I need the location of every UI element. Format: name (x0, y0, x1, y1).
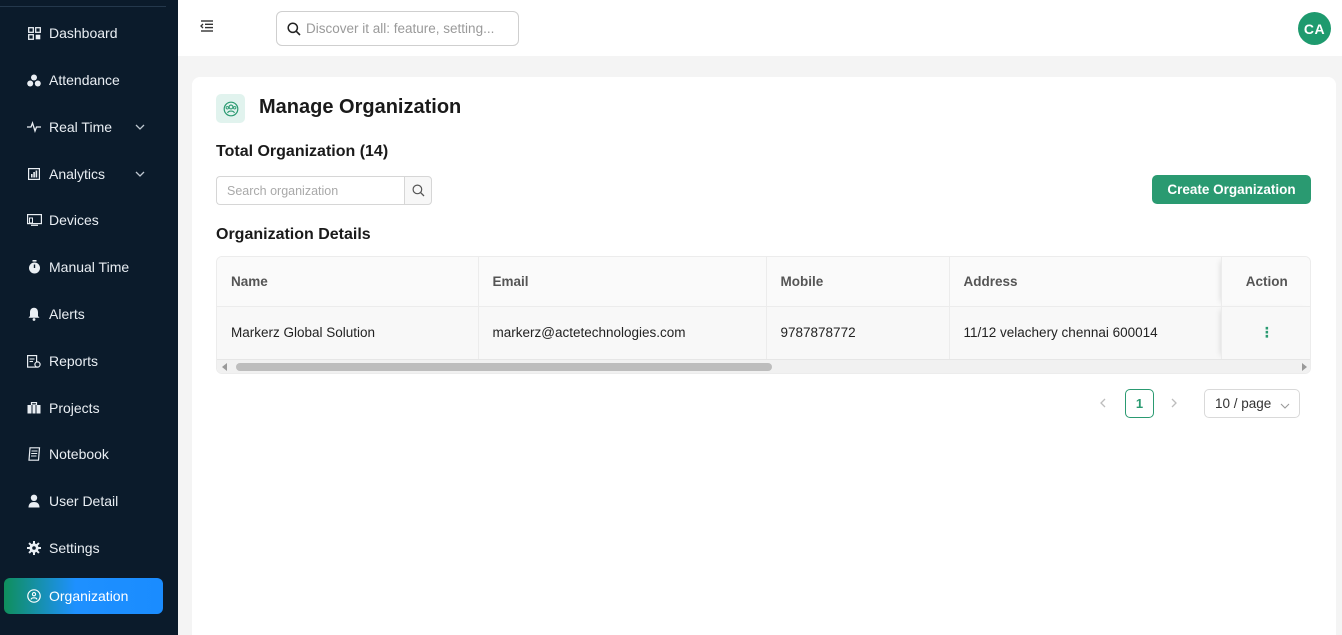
sidebar-item-label: Manual Time (49, 259, 130, 275)
chevron-down-icon (133, 171, 147, 177)
cell-name: Markerz Global Solution (217, 306, 478, 359)
sidebar-item-label: Alerts (49, 306, 85, 322)
page-title: Manage Organization (259, 96, 462, 118)
cell-mobile: 9787878772 (765, 306, 949, 359)
user-avatar[interactable]: CA (1298, 12, 1331, 45)
sidebar-item-devices[interactable]: Devices (4, 202, 163, 238)
column-header-name: Name (217, 257, 478, 307)
chevron-left-icon[interactable] (1096, 396, 1110, 410)
bell-icon (24, 306, 44, 322)
chevron-right-icon[interactable] (1167, 396, 1181, 410)
scroll-right-icon[interactable] (1302, 363, 1307, 371)
search-button[interactable] (404, 176, 432, 205)
page-number-current[interactable]: 1 (1125, 389, 1154, 418)
sidebar-item-projects[interactable]: Projects (4, 390, 163, 426)
user-icon (24, 493, 44, 509)
scrollbar-thumb[interactable] (236, 363, 772, 371)
sidebar-item-label: Projects (49, 400, 100, 416)
sidebar-item-user-detail[interactable]: User Detail (4, 483, 163, 519)
sidebar-item-label: Organization (49, 588, 129, 604)
sidebar-item-dashboard[interactable]: Dashboard (4, 15, 163, 51)
devices-icon (24, 212, 44, 228)
sidebar-item-label: Devices (49, 212, 99, 228)
briefcase-icon (24, 400, 44, 416)
sidebar-item-label: Settings (49, 540, 100, 556)
organization-icon (216, 94, 245, 123)
sidebar-item-settings[interactable]: Settings (4, 530, 163, 566)
sidebar-item-attendance[interactable]: Attendance (4, 62, 163, 98)
sidebar-item-notebook[interactable]: Notebook (4, 436, 163, 472)
search-icon (411, 184, 424, 197)
scroll-left-icon[interactable] (222, 363, 227, 371)
sidebar-item-label: Notebook (49, 446, 109, 462)
sidebar-item-alerts[interactable]: Alerts (4, 296, 163, 332)
analytics-icon (24, 166, 44, 182)
main-card: Manage Organization Total Organization (… (192, 77, 1336, 635)
dashboard-icon (24, 25, 44, 41)
page-size-select[interactable]: 10 / page (1204, 389, 1300, 418)
sidebar-item-label: User Detail (49, 493, 119, 509)
sidebar-item-label: Real Time (49, 119, 113, 135)
top-header: CA (178, 0, 1342, 56)
attendance-icon (24, 72, 44, 88)
global-search-input[interactable] (306, 21, 511, 36)
sidebar-item-organization[interactable]: Organization (4, 578, 163, 614)
pulse-icon (24, 119, 44, 135)
column-header-action: Action (1220, 257, 1310, 307)
search-icon (287, 21, 301, 36)
sidebar-item-label: Reports (49, 353, 99, 369)
table-header-row: Name Email Mobile Address Action (217, 257, 1310, 307)
stopwatch-icon (24, 259, 44, 275)
table-row: Markerz Global Solution markerz@actetech… (217, 306, 1310, 359)
sidebar-item-label: Analytics (49, 166, 106, 182)
sidebar-item-label: Dashboard (49, 25, 118, 41)
cell-address: 11/12 velachery chennai 600014 (948, 306, 1221, 359)
column-header-email: Email (477, 257, 766, 307)
organization-icon (24, 588, 44, 604)
cell-action: ⋮ (1220, 306, 1310, 359)
column-header-address: Address (948, 257, 1221, 307)
sidebar-item-reports[interactable]: Reports (4, 343, 163, 379)
horizontal-scrollbar[interactable] (217, 359, 1310, 373)
cell-email: markerz@actetechnologies.com (477, 306, 766, 359)
global-search[interactable] (276, 11, 519, 46)
sidebar-item-label: Attendance (49, 72, 120, 88)
sidebar-item-analytics[interactable]: Analytics (4, 156, 163, 192)
sidebar-item-real-time[interactable]: Real Time (4, 109, 163, 145)
column-header-mobile: Mobile (765, 257, 949, 307)
pagination: 1 10 / page (192, 389, 1336, 419)
chevron-down-icon (133, 124, 147, 130)
organization-search (216, 176, 432, 205)
notebook-icon (24, 446, 44, 462)
create-organization-button[interactable]: Create Organization (1152, 175, 1311, 204)
sidebar: Dashboard Attendance Real Time Analytics… (0, 0, 178, 635)
organization-table: Name Email Mobile Address Action Markerz… (216, 256, 1311, 374)
section-title: Organization Details (216, 226, 371, 243)
sidebar-item-manual-time[interactable]: Manual Time (4, 249, 163, 285)
sidebar-divider (0, 6, 166, 7)
organization-search-input[interactable] (216, 176, 404, 205)
total-organization-count: Total Organization (14) (216, 143, 389, 160)
reports-icon (24, 353, 44, 369)
menu-collapse-icon[interactable] (199, 18, 215, 34)
gear-icon (24, 540, 44, 556)
chevron-down-icon (1280, 399, 1290, 409)
page-size-value: 10 / page (1215, 396, 1272, 411)
more-actions-icon[interactable]: ⋮ (1260, 325, 1274, 339)
